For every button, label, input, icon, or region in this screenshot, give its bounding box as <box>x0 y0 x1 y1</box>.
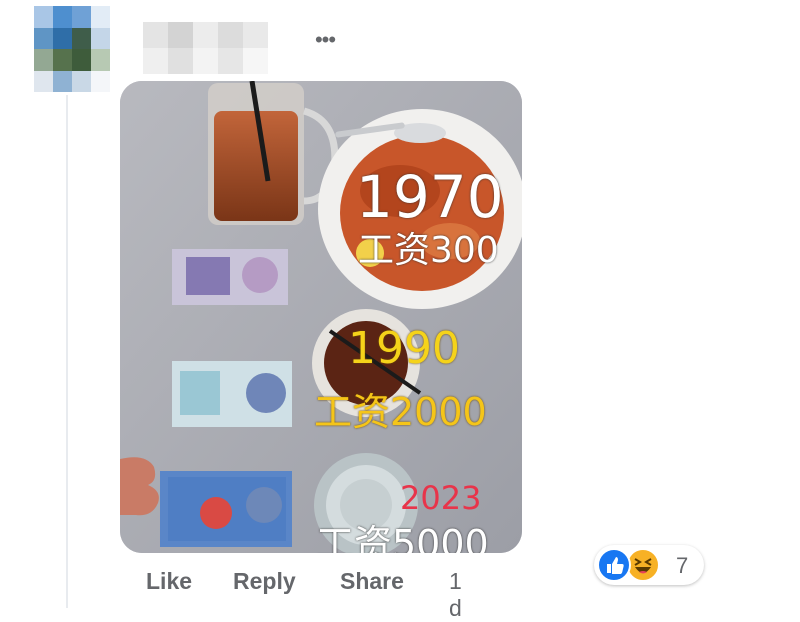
like-button[interactable]: Like <box>146 568 192 595</box>
thread-line <box>66 95 68 608</box>
comment-photo[interactable]: 1970 工资300 1990 工资2000 2023 工资5000 <box>120 81 522 553</box>
reply-button[interactable]: Reply <box>233 568 296 595</box>
overlay-year-1990: 1990 <box>348 323 460 374</box>
banknote-stack <box>160 471 292 547</box>
overlay-year-2023: 2023 <box>400 479 482 517</box>
overlay-salary-2023: 工资5000 <box>316 522 489 553</box>
timestamp[interactable]: 1 d <box>449 568 462 622</box>
haha-icon <box>626 548 660 582</box>
overlay-salary-1990: 工资2000 <box>314 390 487 434</box>
banknote-1 <box>172 249 288 305</box>
reaction-summary[interactable]: 7 <box>594 545 704 585</box>
more-options-button[interactable]: ••• <box>308 27 342 52</box>
share-button[interactable]: Share <box>340 568 404 595</box>
author-name[interactable] <box>143 22 268 74</box>
avatar[interactable] <box>34 6 110 92</box>
reaction-count: 7 <box>676 553 689 578</box>
like-icon <box>597 548 631 582</box>
overlay-salary-1970: 工资300 <box>358 230 499 271</box>
banknote-2 <box>172 361 292 427</box>
ellipsis-icon: ••• <box>314 27 336 52</box>
